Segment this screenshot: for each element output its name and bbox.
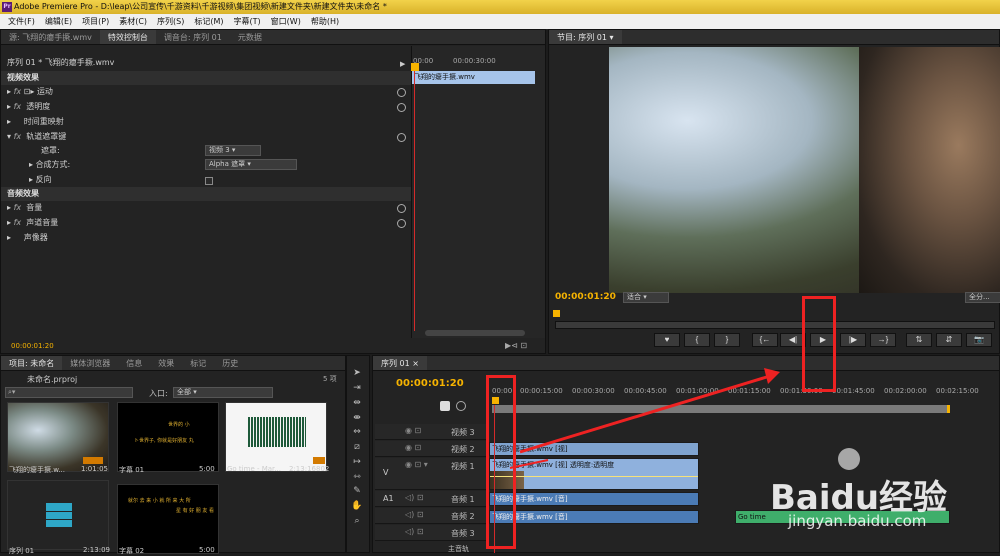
baidu-watermark-url: jingyan.baidu.com xyxy=(788,512,927,530)
baidu-paw-icon xyxy=(838,448,860,470)
